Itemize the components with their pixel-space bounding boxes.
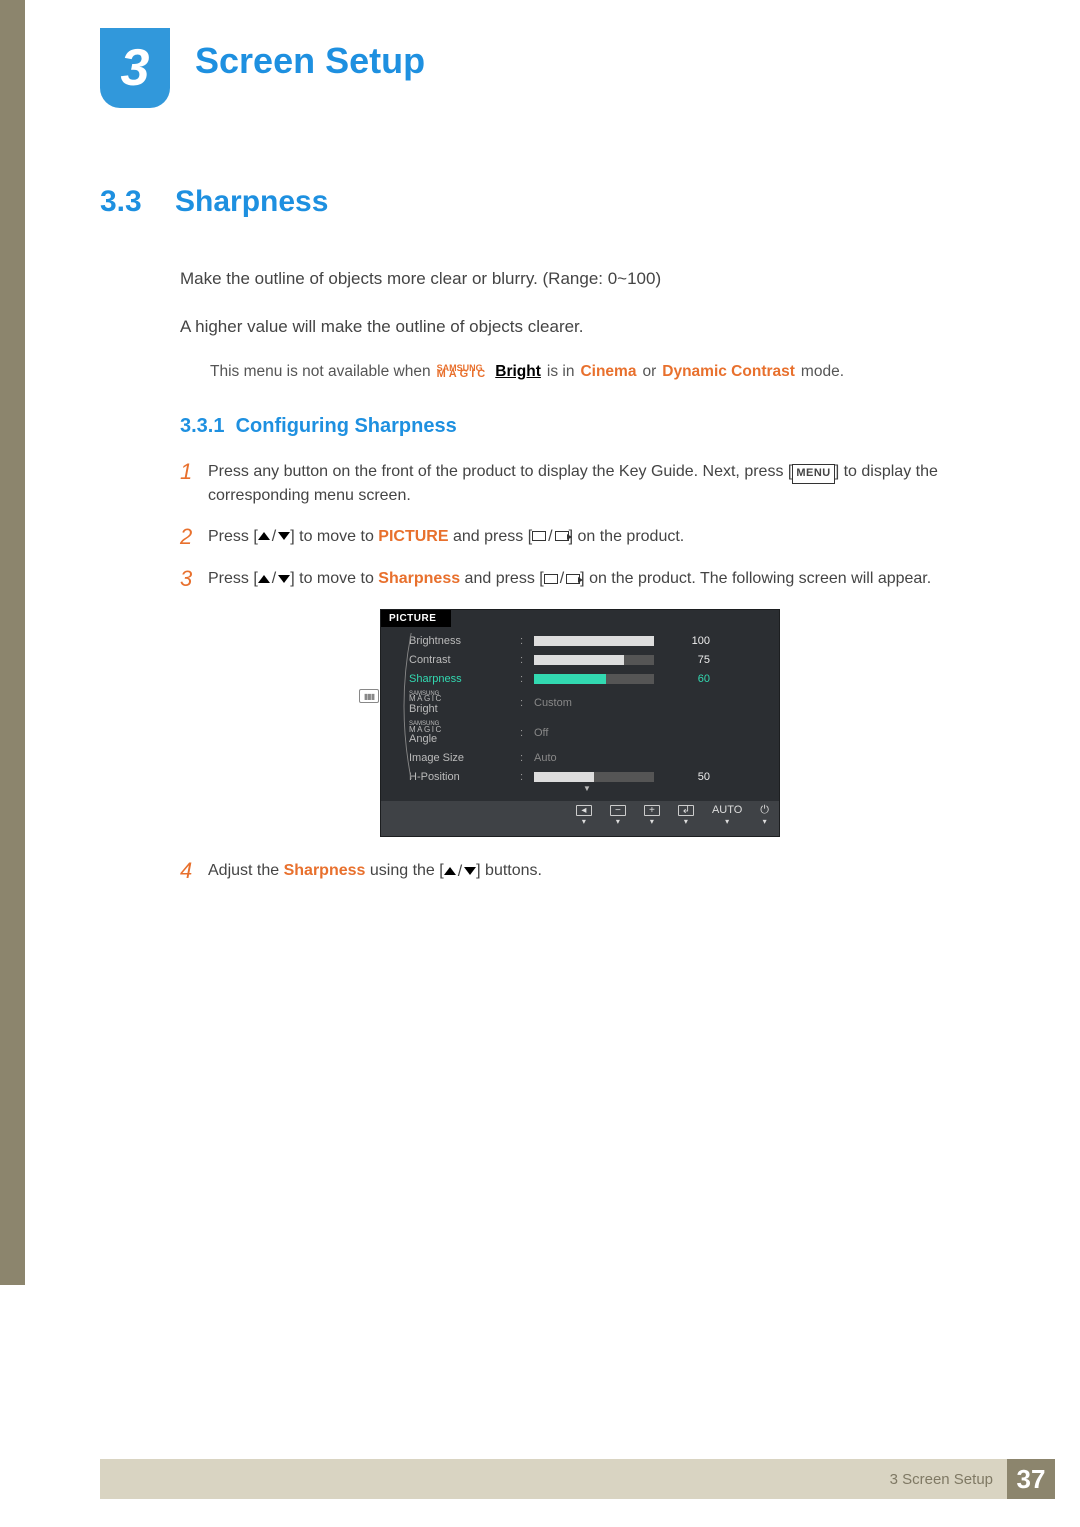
osd-label: H-Position xyxy=(409,771,514,783)
step-2-text-b: ] to move to xyxy=(290,528,378,545)
osd-nav-icon: ▮▮▮ xyxy=(359,689,379,703)
osd-value: 100 xyxy=(660,635,710,647)
step-1: 1 Press any button on the front of the p… xyxy=(180,460,980,507)
up-down-icon: / xyxy=(258,525,290,548)
osd-row-sharpness: Sharpness : 60 xyxy=(409,669,765,688)
intro-paragraph-1: Make the outline of objects more clear o… xyxy=(180,267,980,291)
step-4-number: 4 xyxy=(180,859,194,883)
osd-bracket-icon xyxy=(395,633,413,779)
osd-row-imagesize: Image Size : Auto xyxy=(409,748,765,767)
steps-list: 1 Press any button on the front of the p… xyxy=(180,460,980,884)
step-4-body: Adjust the Sharpness using the [ / ] but… xyxy=(208,859,980,883)
magic-logo-small: SAMSUNGMAGIC xyxy=(409,722,514,733)
osd-value: Auto xyxy=(534,752,557,764)
step-1-number: 1 xyxy=(180,460,194,507)
subsection-heading: 3.3.1 Configuring Sharpness xyxy=(180,415,980,438)
step-2-text-c: and press [ xyxy=(449,528,533,545)
step-4-text-b: using the [ xyxy=(365,862,443,879)
note-text-or: or xyxy=(642,363,656,381)
osd-slider xyxy=(534,674,654,684)
step-4-text-a: Adjust the xyxy=(208,862,284,879)
magic-logo-bottom: MAGIC xyxy=(437,371,489,379)
step-3-body: Press [ / ] to move to Sharpness and pre… xyxy=(208,567,980,591)
osd-label: SAMSUNGMAGIC Bright xyxy=(409,692,514,715)
osd-footer-power-icon: ⏻▾ xyxy=(760,805,769,826)
section-heading: 3.3Sharpness xyxy=(100,185,980,219)
osd-footer: ◂▾ −▾ +▾ ↲▾ AUTO▾ ⏻▾ xyxy=(381,801,779,836)
up-down-icon: / xyxy=(258,567,290,590)
step-2-text-a: Press [ xyxy=(208,528,258,545)
osd-label: Brightness xyxy=(409,635,514,647)
osd-body: ▮▮▮ Brightness : 100 Contrast : 75 xyxy=(381,627,779,801)
osd-label: SAMSUNGMAGIC Angle xyxy=(409,722,514,745)
bright-word: Bright xyxy=(495,363,541,381)
chapter-title: Screen Setup xyxy=(195,40,425,82)
osd-screenshot: PICTURE ▮▮▮ Brightness : 100 Contrast : … xyxy=(380,609,780,837)
osd-value-selected: 60 xyxy=(660,673,710,685)
osd-row-magicangle: SAMSUNGMAGIC Angle : Off xyxy=(409,718,765,748)
subsection-number: 3.3.1 xyxy=(180,415,224,437)
chapter-number-badge: 3 xyxy=(100,28,170,108)
note-text-pre: This menu is not available when xyxy=(210,363,431,381)
sharpness-label: Sharpness xyxy=(284,862,366,879)
footer-text: 3 Screen Setup xyxy=(890,1471,993,1488)
step-2: 2 Press [ / ] to move to PICTURE and pre… xyxy=(180,525,980,549)
step-3-text-c: and press [ xyxy=(460,570,544,587)
step-3-text-b: ] to move to xyxy=(290,570,378,587)
step-4: 4 Adjust the Sharpness using the [ / ] b… xyxy=(180,859,980,883)
osd-footer-auto: AUTO▾ xyxy=(712,805,742,826)
step-3-text-a: Press [ xyxy=(208,570,258,587)
step-1-body: Press any button on the front of the pro… xyxy=(208,460,980,507)
osd-value: 75 xyxy=(660,654,710,666)
footer-bar: 3 Screen Setup xyxy=(100,1459,1007,1499)
content-area: 3.3Sharpness Make the outline of objects… xyxy=(100,185,980,902)
side-accent-bar xyxy=(0,0,25,1285)
osd-slider xyxy=(534,655,654,665)
osd-footer-enter-icon: ↲▾ xyxy=(678,805,694,826)
menu-button-icon: MENU xyxy=(792,464,834,484)
osd-row-magicbright: SAMSUNGMAGIC Bright : Custom xyxy=(409,688,765,718)
up-down-icon: / xyxy=(444,860,476,883)
page-number: 37 xyxy=(1007,1459,1055,1499)
osd-value: Custom xyxy=(534,697,572,709)
osd-value: Off xyxy=(534,727,548,739)
osd-label: Contrast xyxy=(409,654,514,666)
magic-logo-small: SAMSUNGMAGIC xyxy=(409,692,514,703)
step-2-number: 2 xyxy=(180,525,194,549)
osd-row-brightness: Brightness : 100 xyxy=(409,631,765,650)
osd-title: PICTURE xyxy=(381,610,451,627)
osd-value: 50 xyxy=(660,771,710,783)
samsung-magic-logo: SAMSUNG MAGIC xyxy=(437,365,489,379)
picture-label: PICTURE xyxy=(378,528,448,545)
section-number: 3.3 xyxy=(100,185,175,219)
sharpness-label: Sharpness xyxy=(378,570,460,587)
note-text-post: mode. xyxy=(801,363,844,381)
section-title: Sharpness xyxy=(175,185,328,218)
step-1-text-a: Press any button on the front of the pro… xyxy=(208,463,792,480)
osd-row-contrast: Contrast : 75 xyxy=(409,650,765,669)
step-3: 3 Press [ / ] to move to Sharpness and p… xyxy=(180,567,980,591)
osd-footer-plus-icon: +▾ xyxy=(644,805,660,826)
step-2-text-d: ] on the product. xyxy=(569,528,685,545)
subsection-title: Configuring Sharpness xyxy=(236,415,457,437)
step-3-number: 3 xyxy=(180,567,194,591)
osd-slider xyxy=(534,772,654,782)
osd-slider xyxy=(534,636,654,646)
osd-footer-minus-icon: −▾ xyxy=(610,805,626,826)
step-2-body: Press [ / ] to move to PICTURE and press… xyxy=(208,525,980,549)
note-row: This menu is not available when SAMSUNG … xyxy=(210,363,980,381)
page-footer: 3 Screen Setup 37 xyxy=(100,1459,1055,1499)
enter-icon: / xyxy=(532,525,568,548)
step-3-text-d: ] on the product. The following screen w… xyxy=(580,570,931,587)
dynamic-contrast-mode: Dynamic Contrast xyxy=(662,363,795,381)
note-text-mid: is in xyxy=(547,363,575,381)
step-4-text-c: ] buttons. xyxy=(476,862,542,879)
osd-footer-back-icon: ◂▾ xyxy=(576,805,592,826)
enter-icon: / xyxy=(544,567,580,590)
cinema-mode: Cinema xyxy=(580,363,636,381)
osd-label-selected: Sharpness xyxy=(409,673,514,685)
osd-more-indicator-icon: ▼ xyxy=(409,784,765,793)
intro-paragraph-2: A higher value will make the outline of … xyxy=(180,315,980,339)
osd-label: Image Size xyxy=(409,752,514,764)
